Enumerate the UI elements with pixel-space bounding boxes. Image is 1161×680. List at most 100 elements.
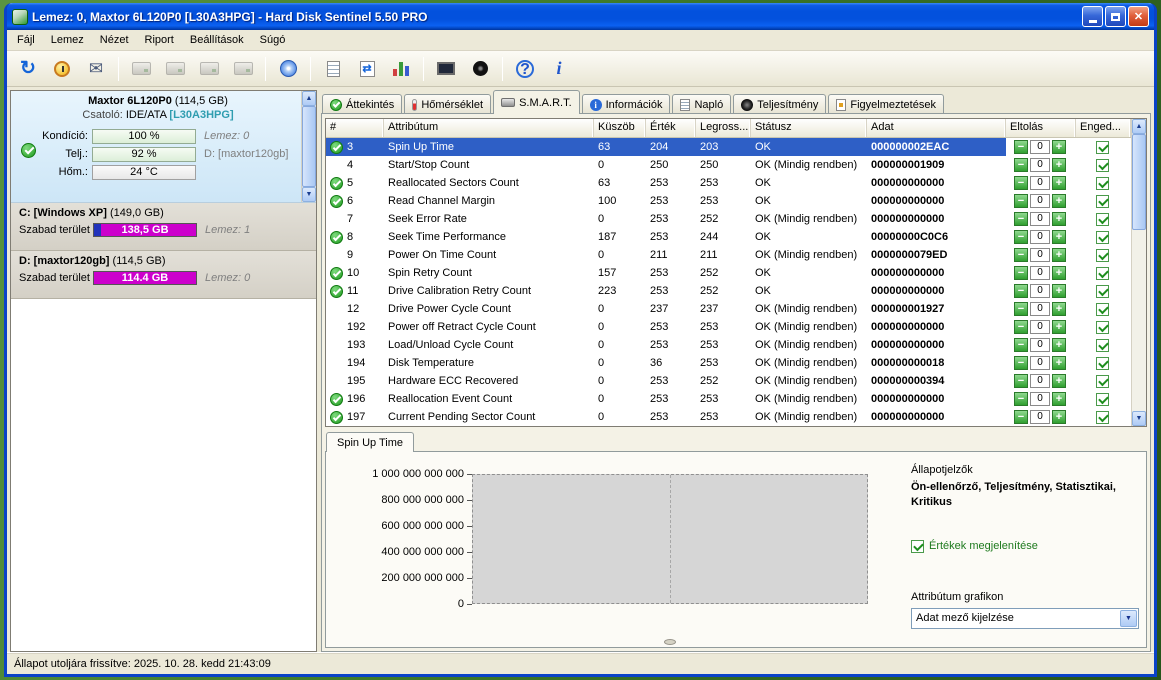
show-values-checkbox[interactable] bbox=[911, 540, 924, 553]
header-data[interactable]: Adat bbox=[867, 119, 1006, 137]
partition-c[interactable]: C: [Windows XP] (149,0 GB) Szabad terüle… bbox=[11, 203, 316, 251]
disk-search-button[interactable] bbox=[228, 55, 258, 83]
offset-decrease-button[interactable]: − bbox=[1014, 410, 1028, 424]
enabled-checkbox[interactable] bbox=[1096, 195, 1109, 208]
enabled-checkbox[interactable] bbox=[1096, 303, 1109, 316]
offset-decrease-button[interactable]: − bbox=[1014, 356, 1028, 370]
offset-decrease-button[interactable]: − bbox=[1014, 374, 1028, 388]
graph-mode-dropdown[interactable]: Adat mező kijelzése ▼ bbox=[911, 608, 1139, 629]
offset-decrease-button[interactable]: − bbox=[1014, 230, 1028, 244]
offset-increase-button[interactable]: + bbox=[1052, 176, 1066, 190]
monitor-edit-button[interactable] bbox=[431, 55, 461, 83]
table-row[interactable]: 6 Read Channel Margin 100 253 253 OK 000… bbox=[326, 192, 1131, 210]
header-id[interactable]: # bbox=[326, 119, 384, 137]
disk-list-scrollbar[interactable]: ▲ ▼ bbox=[301, 91, 316, 202]
menu-beallitasok[interactable]: Beállítások bbox=[182, 32, 252, 48]
offset-decrease-button[interactable]: − bbox=[1014, 248, 1028, 262]
disk-surface-test-button[interactable] bbox=[160, 55, 190, 83]
table-row[interactable]: 5 Reallocated Sectors Count 63 253 253 O… bbox=[326, 174, 1131, 192]
maximize-button[interactable] bbox=[1105, 6, 1126, 27]
offset-decrease-button[interactable]: − bbox=[1014, 338, 1028, 352]
offset-increase-button[interactable]: + bbox=[1052, 338, 1066, 352]
header-status[interactable]: Státusz bbox=[751, 119, 867, 137]
header-value[interactable]: Érték bbox=[646, 119, 696, 137]
table-row[interactable]: 8 Seek Time Performance 187 253 244 OK 0… bbox=[326, 228, 1131, 246]
enabled-checkbox[interactable] bbox=[1096, 159, 1109, 172]
enabled-checkbox[interactable] bbox=[1096, 177, 1109, 190]
table-row[interactable]: 7 Seek Error Rate 0 253 252 OK (Mindig r… bbox=[326, 210, 1131, 228]
offset-increase-button[interactable]: + bbox=[1052, 230, 1066, 244]
enabled-checkbox[interactable] bbox=[1096, 339, 1109, 352]
offset-decrease-button[interactable]: − bbox=[1014, 212, 1028, 226]
table-row[interactable]: 3 Spin Up Time 63 204 203 OK 000000002EA… bbox=[326, 138, 1131, 156]
disk-repair-button[interactable] bbox=[194, 55, 224, 83]
message-button[interactable]: ✉ bbox=[81, 55, 111, 83]
optical-disc-button[interactable] bbox=[273, 55, 303, 83]
help-button[interactable]: ? bbox=[510, 55, 540, 83]
refresh-button[interactable]: ↻ bbox=[13, 55, 43, 83]
offset-increase-button[interactable]: + bbox=[1052, 356, 1066, 370]
sync-button[interactable]: ⇄ bbox=[352, 55, 382, 83]
offset-decrease-button[interactable]: − bbox=[1014, 302, 1028, 316]
offset-decrease-button[interactable]: − bbox=[1014, 140, 1028, 154]
close-button[interactable]: ✕ bbox=[1128, 6, 1149, 27]
scrollbar-thumb[interactable] bbox=[1132, 134, 1146, 230]
offset-increase-button[interactable]: + bbox=[1052, 410, 1066, 424]
titlebar[interactable]: Lemez: 0, Maxtor 6L120P0 [L30A3HPG] - Ha… bbox=[7, 3, 1154, 30]
enabled-checkbox[interactable] bbox=[1096, 357, 1109, 370]
offset-increase-button[interactable]: + bbox=[1052, 248, 1066, 262]
tab-figyelmeztetesek[interactable]: Figyelmeztetések bbox=[828, 94, 944, 114]
menu-sugo[interactable]: Súgó bbox=[252, 32, 294, 48]
tab-informaciok[interactable]: iInformációk bbox=[582, 94, 671, 114]
table-row[interactable]: 10 Spin Retry Count 157 253 252 OK 00000… bbox=[326, 264, 1131, 282]
enabled-checkbox[interactable] bbox=[1096, 249, 1109, 262]
tab-homerseklet[interactable]: Hőmérséklet bbox=[404, 94, 491, 114]
offset-increase-button[interactable]: + bbox=[1052, 374, 1066, 388]
offset-decrease-button[interactable]: − bbox=[1014, 266, 1028, 280]
table-row[interactable]: 194 Disk Temperature 0 36 253 OK (Mindig… bbox=[326, 354, 1131, 372]
offset-decrease-button[interactable]: − bbox=[1014, 194, 1028, 208]
enabled-checkbox[interactable] bbox=[1096, 141, 1109, 154]
minimize-button[interactable] bbox=[1082, 6, 1103, 27]
statistics-button[interactable] bbox=[386, 55, 416, 83]
tab-smart[interactable]: S.M.A.R.T. bbox=[493, 90, 580, 114]
header-offset[interactable]: Eltolás bbox=[1006, 119, 1076, 137]
alarm-button[interactable] bbox=[47, 55, 77, 83]
menu-riport[interactable]: Riport bbox=[137, 32, 182, 48]
enabled-checkbox[interactable] bbox=[1096, 285, 1109, 298]
header-threshold[interactable]: Küszöb bbox=[594, 119, 646, 137]
table-row[interactable]: 4 Start/Stop Count 0 250 250 OK (Mindig … bbox=[326, 156, 1131, 174]
disk-test-button[interactable] bbox=[126, 55, 156, 83]
header-enabled[interactable]: Enged... bbox=[1076, 119, 1131, 137]
enabled-checkbox[interactable] bbox=[1096, 213, 1109, 226]
enabled-checkbox[interactable] bbox=[1096, 393, 1109, 406]
menu-lemez[interactable]: Lemez bbox=[43, 32, 92, 48]
offset-increase-button[interactable]: + bbox=[1052, 320, 1066, 334]
enabled-checkbox[interactable] bbox=[1096, 411, 1109, 424]
black-disc-button[interactable] bbox=[465, 55, 495, 83]
offset-increase-button[interactable]: + bbox=[1052, 194, 1066, 208]
offset-increase-button[interactable]: + bbox=[1052, 158, 1066, 172]
scroll-up-icon[interactable]: ▲ bbox=[1132, 119, 1146, 134]
attribute-chart-tab[interactable]: Spin Up Time bbox=[326, 432, 414, 452]
table-row[interactable]: 11 Drive Calibration Retry Count 223 253… bbox=[326, 282, 1131, 300]
tab-teljesitmeny[interactable]: Teljesítmény bbox=[733, 94, 826, 114]
offset-increase-button[interactable]: + bbox=[1052, 392, 1066, 406]
enabled-checkbox[interactable] bbox=[1096, 267, 1109, 280]
offset-increase-button[interactable]: + bbox=[1052, 140, 1066, 154]
enabled-checkbox[interactable] bbox=[1096, 375, 1109, 388]
header-attribute[interactable]: Attribútum bbox=[384, 119, 594, 137]
offset-decrease-button[interactable]: − bbox=[1014, 392, 1028, 406]
report-button[interactable] bbox=[318, 55, 348, 83]
table-scrollbar[interactable]: ▲ ▼ bbox=[1131, 119, 1146, 426]
chevron-down-icon[interactable]: ▼ bbox=[1120, 610, 1137, 627]
offset-increase-button[interactable]: + bbox=[1052, 284, 1066, 298]
offset-increase-button[interactable]: + bbox=[1052, 212, 1066, 226]
menu-fajl[interactable]: Fájl bbox=[9, 32, 43, 48]
scrollbar-thumb[interactable] bbox=[302, 106, 316, 187]
chart-resize-handle[interactable] bbox=[664, 639, 676, 645]
scroll-down-icon[interactable]: ▼ bbox=[302, 187, 316, 202]
table-row[interactable]: 195 Hardware ECC Recovered 0 253 252 OK … bbox=[326, 372, 1131, 390]
table-row[interactable]: 193 Load/Unload Cycle Count 0 253 253 OK… bbox=[326, 336, 1131, 354]
offset-increase-button[interactable]: + bbox=[1052, 302, 1066, 316]
